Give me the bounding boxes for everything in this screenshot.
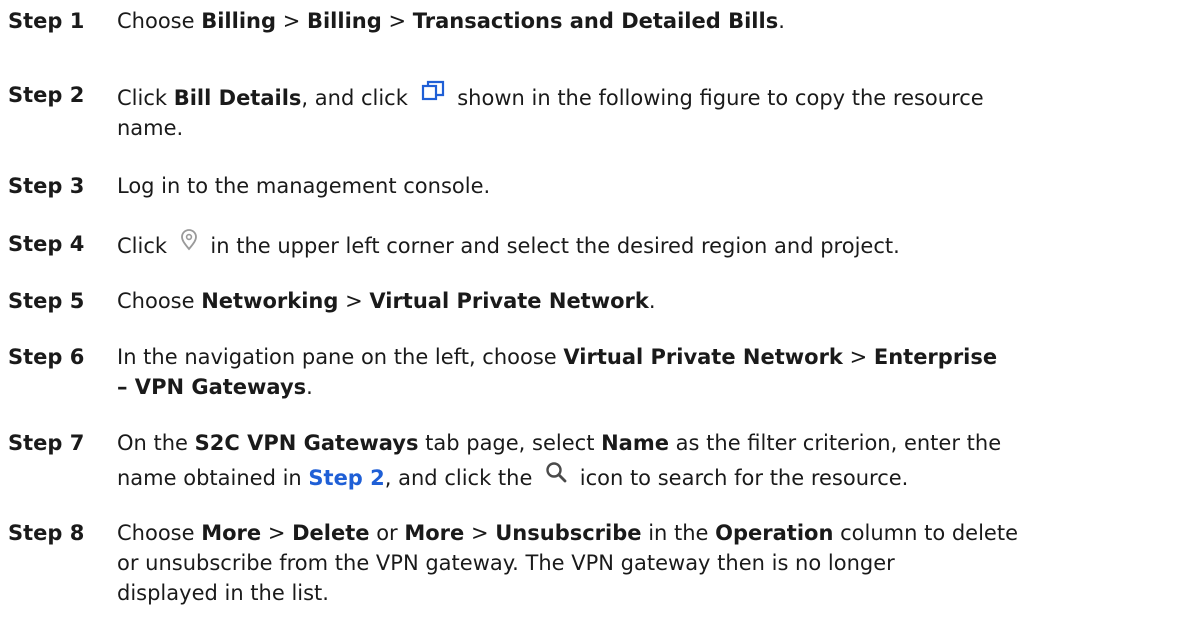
step-text: Choose Networking > Virtual Private Netw… xyxy=(117,289,656,313)
procedure-steps: Step 1 Choose Billing > Billing > Transa… xyxy=(0,0,1188,636)
step-2-link[interactable]: Step 2 xyxy=(308,466,384,490)
step-label: Step 4 xyxy=(8,232,85,256)
menu-billing-sub: Billing xyxy=(306,9,382,33)
operation-column: Operation xyxy=(715,521,834,545)
menu-vpn: Virtual Private Network xyxy=(369,289,649,313)
step-text: Click in the upper left corner and selec… xyxy=(117,229,1167,261)
step-label: Step 8 xyxy=(8,521,85,545)
step-text: In the navigation pane on the left, choo… xyxy=(117,345,998,399)
menu-transactions: Transactions and Detailed Bills xyxy=(412,9,779,33)
tab-s2c-vpn-gateways: S2C VPN Gateways xyxy=(194,431,419,455)
menu-unsubscribe: Unsubscribe xyxy=(495,521,642,545)
search-icon xyxy=(545,461,567,483)
nav-vpn: Virtual Private Network xyxy=(563,345,843,369)
nav-vpn-gateways: – VPN Gateways xyxy=(117,375,307,399)
step-text: Click Bill Details, and click shown in t… xyxy=(117,80,1167,143)
menu-more: More xyxy=(201,521,262,545)
location-pin-icon xyxy=(180,229,198,251)
step-label: Step 2 xyxy=(8,83,85,107)
step-text: Choose Billing > Billing > Transactions … xyxy=(117,9,785,33)
step-label: Step 3 xyxy=(8,174,85,198)
menu-networking: Networking xyxy=(201,289,339,313)
menu-more-2: More xyxy=(404,521,465,545)
nav-enterprise: Enterprise xyxy=(873,345,998,369)
step-label: Step 5 xyxy=(8,289,85,313)
step-label: Step 6 xyxy=(8,345,85,369)
step-text: Log in to the management console. xyxy=(117,174,491,198)
step-text: Choose More > Delete or More > Unsubscri… xyxy=(117,521,1019,605)
step-label: Step 7 xyxy=(8,431,85,455)
step-label: Step 1 xyxy=(8,9,85,33)
menu-billing: Billing xyxy=(201,9,277,33)
step-text: On the S2C VPN Gateways tab page, select… xyxy=(117,431,1002,490)
bill-details-label: Bill Details xyxy=(173,86,302,110)
copy-icon xyxy=(421,80,445,102)
menu-delete: Delete xyxy=(292,521,370,545)
filter-name: Name xyxy=(601,431,669,455)
